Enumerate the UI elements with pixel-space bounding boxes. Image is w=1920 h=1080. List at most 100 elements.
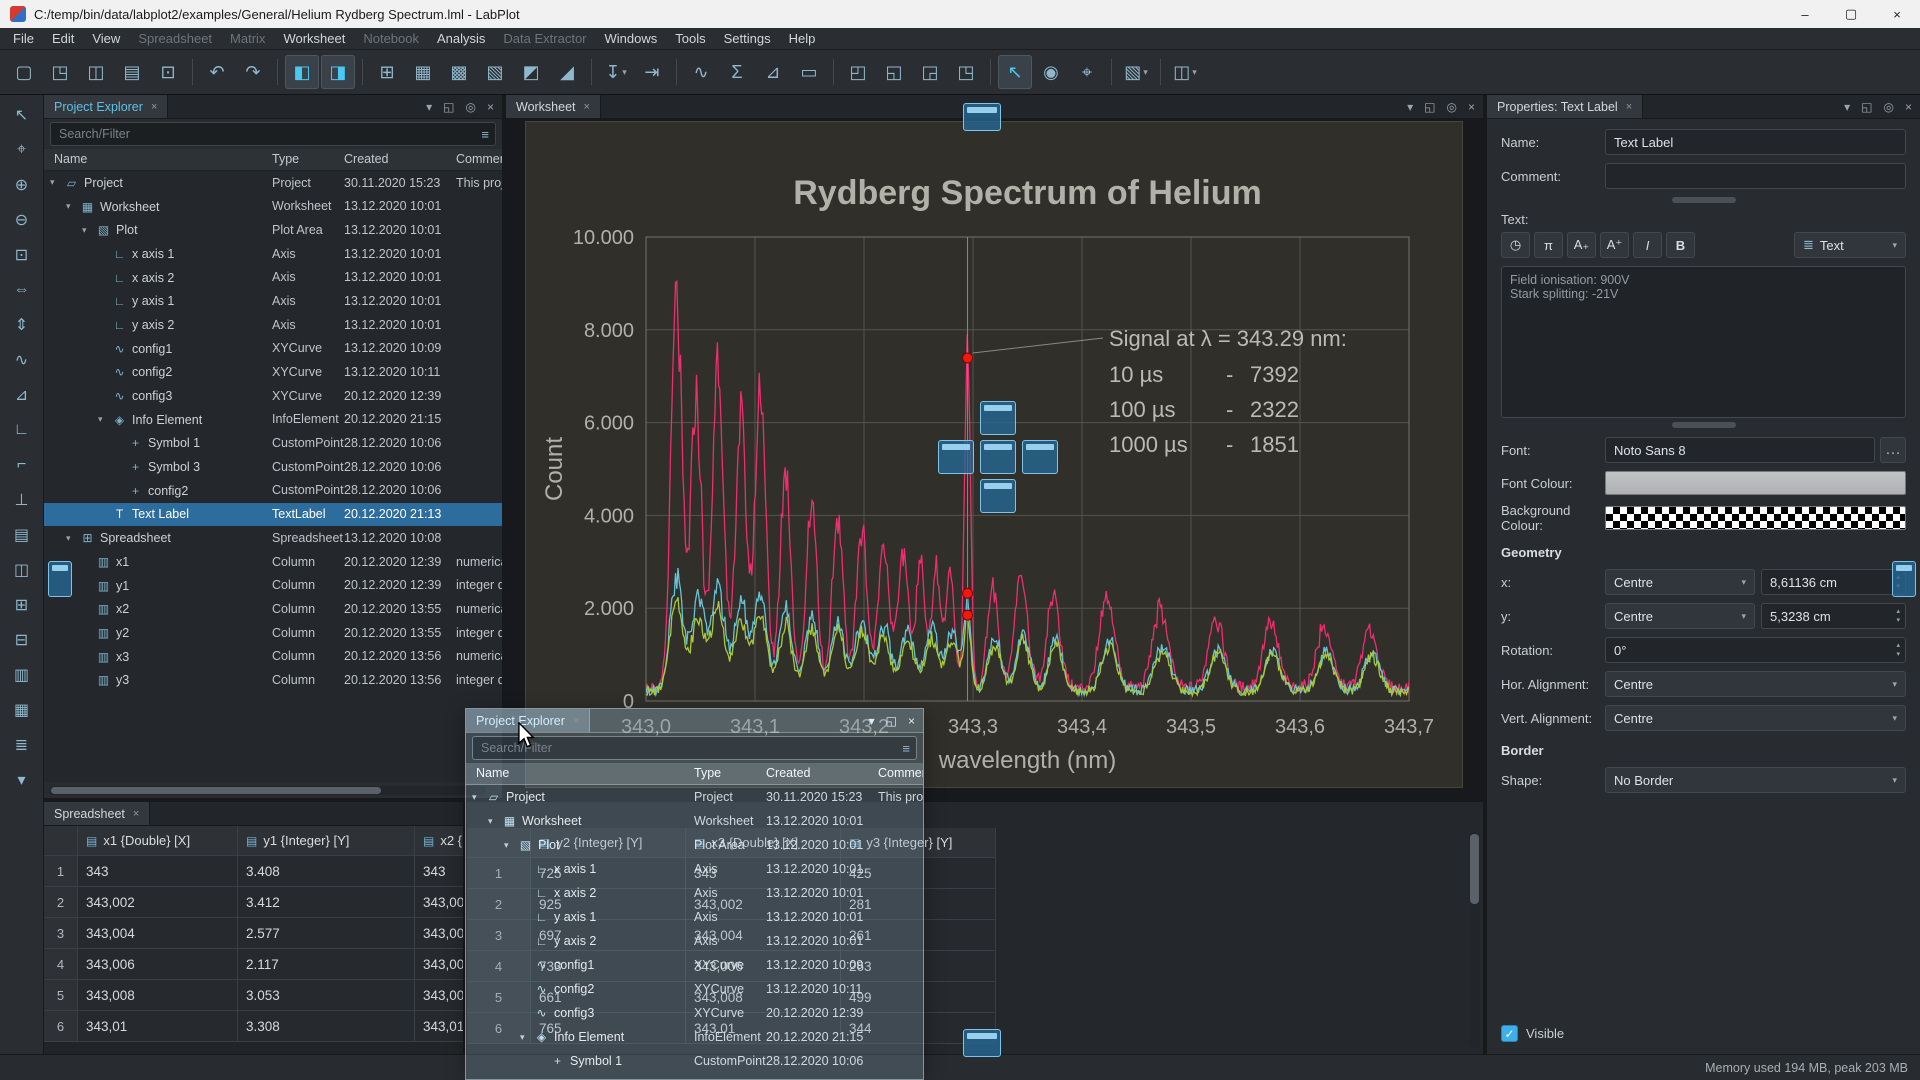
print-button[interactable]: ▤	[115, 55, 149, 89]
close-icon[interactable]: ×	[1626, 101, 1632, 113]
spreadsheet1-cell[interactable]: 343	[415, 856, 463, 887]
main-tree-item-y3[interactable]: ▥y3Column20.12.2020 13:56integer da...	[44, 668, 502, 692]
floating-project-explorer[interactable]: Project Explorer × ▾ ◱ × ≡ Name Type Cre…	[465, 708, 924, 1080]
close-button[interactable]: ×	[1874, 0, 1920, 28]
font-field[interactable]: Noto Sans 8	[1605, 437, 1875, 463]
spreadsheet1-cell[interactable]: 2.577	[238, 918, 415, 949]
ghost-tree-item-symbol-1[interactable]: +Symbol 1CustomPoint28.12.2020 10:06	[466, 1049, 923, 1073]
ghost-tree-item-config2[interactable]: ∿config2XYCurve13.12.2020 10:11	[466, 977, 923, 1001]
open-project-button[interactable]: ◳	[43, 55, 77, 89]
add-equation-button[interactable]: Σ	[720, 55, 754, 89]
expand-arrow-icon[interactable]: ▾	[488, 816, 501, 827]
dock-menu-icon[interactable]: ▾	[426, 100, 432, 114]
expand-arrow-icon[interactable]: ▾	[98, 414, 111, 425]
ghost-tree-item-x-axis-1[interactable]: ∟x axis 1Axis13.12.2020 10:01	[466, 857, 923, 881]
menu-tools[interactable]: Tools	[666, 28, 714, 50]
search-input[interactable]	[50, 122, 496, 146]
expand-arrow-icon[interactable]: ▾	[504, 840, 517, 851]
main-tree-item-symbol-3[interactable]: +Symbol 3CustomPoint28.12.2020 10:06	[44, 455, 502, 479]
spreadsheet1-column-header[interactable]: ▤x2 {Double} [X]	[415, 826, 463, 856]
zoom-out-tool-button[interactable]: ⊖	[6, 205, 38, 235]
spreadsheet1-column-header[interactable]: ▤x1 {Double} [X]	[78, 826, 238, 856]
pin-dock-icon[interactable]: ◎	[466, 100, 476, 114]
main-tree-item-y1[interactable]: ▥y1Column20.12.2020 12:39integer da...	[44, 574, 502, 598]
rotation-spinbox[interactable]: 0° ▴▾	[1605, 637, 1906, 663]
arrange-horizontal-button[interactable]: ◱	[877, 55, 911, 89]
dock-indicator-bottom-icon[interactable]	[963, 1029, 1001, 1057]
background-colour-swatch[interactable]	[1605, 506, 1906, 530]
expand-more-button[interactable]: ▾	[6, 765, 38, 795]
colour-picker-button[interactable]: ◢	[550, 55, 584, 89]
scrollbar-thumb[interactable]	[1470, 834, 1479, 904]
zoom-select-tool-button[interactable]: ⌖	[6, 135, 38, 165]
spreadsheet1-cell[interactable]: 343,006	[415, 949, 463, 980]
main-tree-item-x3[interactable]: ▥x3Column20.12.2020 13:56numerical	[44, 645, 502, 669]
spreadsheet1-cell[interactable]: 343,006	[78, 949, 238, 980]
main-tree-item-symbol-1[interactable]: +Symbol 1CustomPoint28.12.2020 10:06	[44, 432, 502, 456]
close-icon[interactable]: ×	[133, 808, 139, 820]
add-legend-button[interactable]: ▭	[792, 55, 826, 89]
close-icon[interactable]: ×	[151, 101, 157, 113]
arrange-vertical-button[interactable]: ◰	[841, 55, 875, 89]
main-tree-item-x-axis-1[interactable]: ∟x axis 1Axis13.12.2020 10:01	[44, 242, 502, 266]
close-dock-icon[interactable]: ×	[908, 714, 915, 728]
tab-project-explorer[interactable]: Project Explorer ×	[44, 95, 168, 118]
add-fit-tool-button[interactable]: ⊿	[6, 380, 38, 410]
column-header-type[interactable]: Type	[694, 766, 721, 780]
dock-indicator-center-icon[interactable]	[980, 440, 1016, 474]
pin-dock-icon[interactable]: ◎	[1447, 100, 1457, 114]
undo-button[interactable]: ↶	[200, 55, 234, 89]
add-image-tool-button[interactable]: ▤	[6, 520, 38, 550]
close-dock-icon[interactable]: ×	[487, 100, 494, 114]
dock-indicator-center-right-icon[interactable]	[1022, 440, 1058, 474]
main-tree-item-plot[interactable]: ▾▧PlotPlot Area13.12.2020 10:01	[44, 218, 502, 242]
bold-button[interactable]: B	[1666, 232, 1695, 258]
float-dock-icon[interactable]: ◱	[886, 714, 897, 728]
close-dock-icon[interactable]: ×	[1905, 100, 1912, 114]
add-curve-tool-button[interactable]: ∿	[6, 345, 38, 375]
tab-spreadsheet[interactable]: Spreadsheet ×	[44, 802, 150, 825]
statistics-button[interactable]: ≣	[6, 730, 38, 760]
main-tree-item-x1[interactable]: ▥x1Column20.12.2020 12:39numerical	[44, 550, 502, 574]
main-tree-item-x2[interactable]: ▥x2Column20.12.2020 13:55numerical	[44, 597, 502, 621]
text-content-area[interactable]: Field ionisation: 900V Stark splitting: …	[1501, 266, 1906, 418]
spreadsheet1-cell[interactable]: 343,002	[415, 887, 463, 918]
visible-checkbox[interactable]: ✓	[1501, 1025, 1518, 1042]
pin-dock-icon[interactable]: ◎	[1884, 100, 1894, 114]
spreadsheet1-cell[interactable]: 3.308	[238, 1011, 415, 1042]
menu-worksheet[interactable]: Worksheet	[274, 28, 354, 50]
select-region-button[interactable]: ▧▾	[1119, 55, 1153, 89]
main-tree-item-y-axis-2[interactable]: ∟y axis 2Axis13.12.2020 10:01	[44, 313, 502, 337]
add-label-tool-button[interactable]: ⊥	[6, 485, 38, 515]
main-tree-item-info-element[interactable]: ▾◈Info ElementInfoElement20.12.2020 21:1…	[44, 408, 502, 432]
main-tree-item-config3[interactable]: ∿config3XYCurve20.12.2020 12:39	[44, 384, 502, 408]
column-header-comment[interactable]: Commen...	[456, 152, 502, 166]
tab-properties[interactable]: Properties: Text Label ×	[1487, 95, 1643, 118]
scrollbar-thumb[interactable]	[51, 787, 381, 794]
dock-indicator-top-icon[interactable]	[963, 103, 1001, 131]
spreadsheet1-cell[interactable]: 343,01	[78, 1011, 238, 1042]
spreadsheet1-cell[interactable]: 343,01	[415, 1011, 463, 1042]
expand-arrow-icon[interactable]: ▾	[50, 177, 63, 188]
pointer-mode-button[interactable]: ↖	[998, 55, 1032, 89]
minimize-button[interactable]: –	[1782, 0, 1828, 28]
x-position-spinbox[interactable]: 8,61136 cm ▴▾	[1761, 569, 1906, 595]
main-tree-item-config1[interactable]: ∿config1XYCurve13.12.2020 10:09	[44, 337, 502, 361]
filter-icon[interactable]: ≡	[902, 741, 910, 756]
dock-indicator-center-top-icon[interactable]	[980, 401, 1016, 435]
spin-arrows-icon[interactable]: ▴▾	[1896, 607, 1900, 625]
column-header-comment[interactable]: Commen...	[878, 766, 924, 780]
ghost-tree-item-x-axis-2[interactable]: ∟x axis 2Axis13.12.2020 10:01	[466, 881, 923, 905]
print-preview-button[interactable]: ⊡	[151, 55, 185, 89]
font-colour-swatch[interactable]	[1605, 471, 1906, 495]
spreadsheet1-cell[interactable]: 343,008	[78, 980, 238, 1011]
main-tree-item-worksheet[interactable]: ▾▦WorksheetWorksheet13.12.2020 10:01	[44, 195, 502, 219]
text-mode-select[interactable]: ≣ Text ▾	[1794, 232, 1906, 258]
main-tree-item-spreadsheet[interactable]: ▾⊞SpreadsheetSpreadsheet13.12.2020 10:08	[44, 526, 502, 550]
main-tree-item-config2[interactable]: ∿config2XYCurve13.12.2020 10:11	[44, 361, 502, 385]
column-header-name[interactable]: Name	[54, 152, 87, 166]
menu-file[interactable]: File	[4, 28, 43, 50]
spreadsheet1-cell[interactable]: 343,004	[78, 918, 238, 949]
maximize-button[interactable]: ▢	[1828, 0, 1874, 28]
import-data-button[interactable]: ↧▾	[599, 55, 633, 89]
